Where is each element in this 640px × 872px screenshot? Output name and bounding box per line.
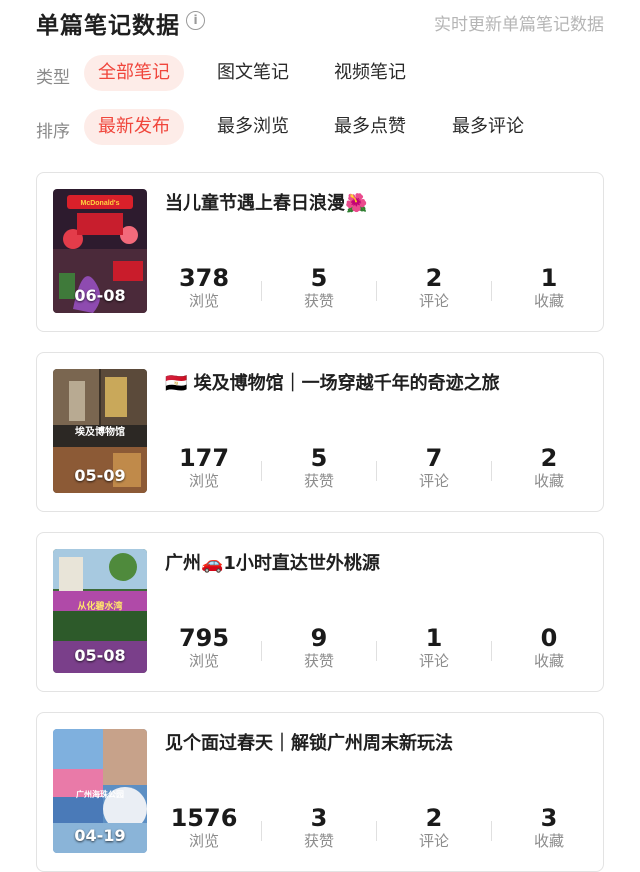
note-card[interactable]: 广州海珠公园 04-19 见个面过春天｜解锁广州周末新玩法 1576 浏览 3 获赞… [36,712,604,872]
stat-collects: 1 收藏 [533,264,564,310]
note-thumbnail[interactable]: 从化碧水湾 05-08 [53,549,147,673]
note-title[interactable]: 当儿童节遇上春日浪漫🌺 [165,189,367,215]
note-title[interactable]: 🇪🇬 埃及博物馆｜一场穿越千年的奇迹之旅 [165,369,500,395]
stat-collects: 3 收藏 [533,804,564,850]
note-card[interactable]: McDonald's 06-08 当儿童节遇上春日浪漫🌺 378 浏览 5 获赞 2… [36,172,604,332]
stat-comments: 2 评论 [418,804,449,850]
stat-likes: 5 获赞 [303,444,334,490]
stat-collects: 2 收藏 [533,444,564,490]
sort-chip-comments[interactable]: 最多评论 [452,109,524,145]
stat-views: 378 浏览 [178,264,230,310]
type-chip-video[interactable]: 视频笔记 [334,55,406,91]
page-header: 单篇笔记数据 i 实时更新单篇笔记数据 [36,6,604,39]
type-chip-all[interactable]: 全部笔记 [84,55,184,91]
note-thumbnail[interactable]: 广州海珠公园 04-19 [53,729,147,853]
note-date: 06-08 [74,286,126,305]
stat-comments: 7 评论 [418,444,449,490]
stat-likes: 9 获赞 [303,624,334,670]
sort-chip-latest[interactable]: 最新发布 [84,109,184,145]
note-date: 05-08 [74,646,126,665]
stat-comments: 2 评论 [418,264,449,310]
sort-chip-views[interactable]: 最多浏览 [217,109,289,145]
note-card[interactable]: 从化碧水湾 05-08 广州🚗1小时直达世外桃源 795 浏览 9 获赞 1 评论 0… [36,532,604,692]
type-filter: 类型 全部笔记 图文笔记 视频笔记 [36,55,604,91]
sort-filter: 排序 最新发布 最多浏览 最多点赞 最多评论 [36,109,604,145]
sort-filter-label: 排序 [36,122,70,142]
stat-comments: 1 评论 [418,624,449,670]
note-thumbnail[interactable]: McDonald's 06-08 [53,189,147,313]
stat-views: 177 浏览 [178,444,230,490]
note-thumbnail[interactable]: 埃及博物馆 05-09 [53,369,147,493]
note-date: 05-09 [74,466,126,485]
note-card[interactable]: 埃及博物馆 05-09 🇪🇬 埃及博物馆｜一场穿越千年的奇迹之旅 177 浏览 5… [36,352,604,512]
note-stats: 1576 浏览 3 获赞 2 评论 3 收藏 [147,805,603,853]
info-icon[interactable]: i [186,11,205,30]
type-filter-label: 类型 [36,68,70,88]
sort-chip-likes[interactable]: 最多点赞 [334,109,406,145]
note-stats: 795 浏览 9 获赞 1 评论 0 收藏 [147,625,603,673]
thumb-logo-text: McDonald's [80,200,119,207]
note-title[interactable]: 广州🚗1小时直达世外桃源 [165,549,380,575]
thumb-overlay-text: 埃及博物馆 [75,425,125,438]
stat-likes: 5 获赞 [303,264,334,310]
stat-views: 795 浏览 [178,624,230,670]
thumb-overlay-text: 广州海珠公园 [76,789,124,799]
stat-views: 1576 浏览 [170,804,238,850]
note-title[interactable]: 见个面过春天｜解锁广州周末新玩法 [165,729,453,755]
stat-likes: 3 获赞 [303,804,334,850]
note-date: 04-19 [74,826,126,845]
page-title: 单篇笔记数据 [36,13,180,39]
note-stats: 378 浏览 5 获赞 2 评论 1 收藏 [147,265,603,313]
note-stats: 177 浏览 5 获赞 7 评论 2 收藏 [147,445,603,493]
thumb-overlay-text: 从化碧水湾 [77,600,122,611]
realtime-hint: 实时更新单篇笔记数据 [434,15,604,35]
stat-collects: 0 收藏 [533,624,564,670]
type-chip-image[interactable]: 图文笔记 [217,55,289,91]
